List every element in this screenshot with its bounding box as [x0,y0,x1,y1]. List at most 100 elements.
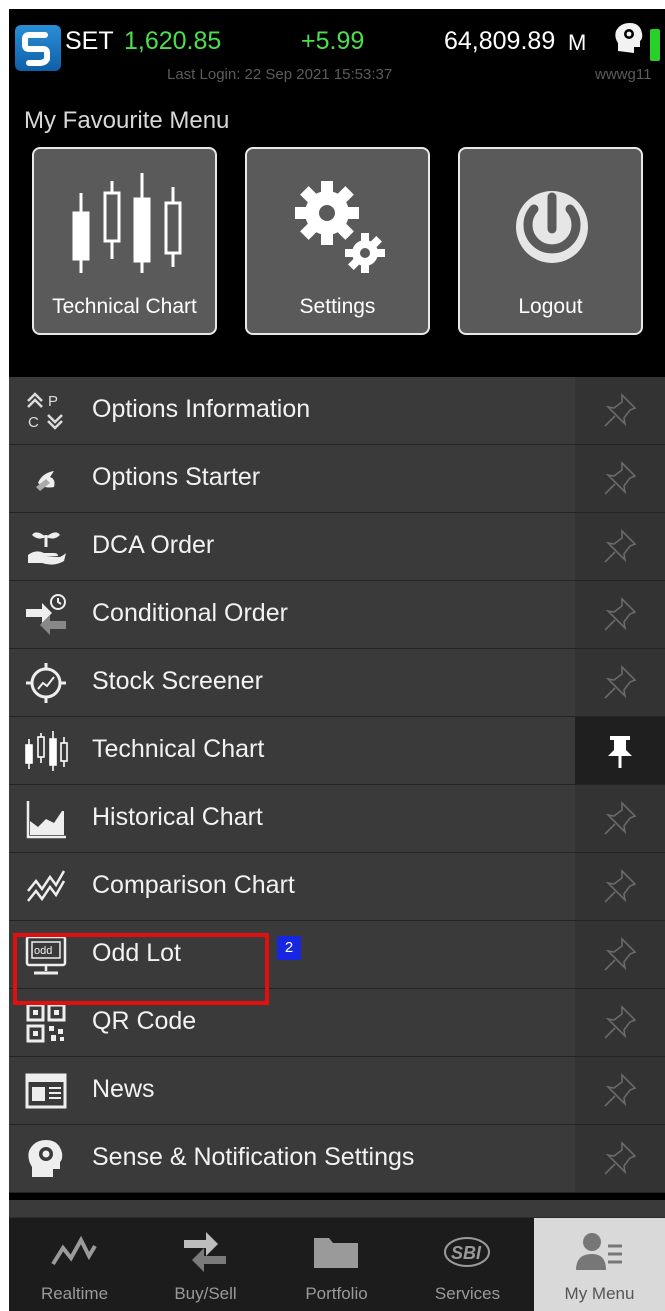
svg-text:P: P [48,393,58,410]
menu-item-label: Options Starter [92,463,261,491]
power-icon [460,163,641,283]
pin-toggle[interactable] [575,445,665,512]
pin-filled-icon [608,736,632,768]
nav-label: Portfolio [305,1284,368,1303]
menu-item-label: Stock Screener [92,667,263,695]
nav-services[interactable]: SBI Services [402,1218,533,1311]
volume-unit: M [568,30,587,55]
menu-item-options-information[interactable]: P C Options Information [9,377,665,445]
sbi-services-icon: SBI [442,1230,492,1272]
options-info-icon: P C [24,389,68,433]
favourite-logout-button[interactable]: Logout [458,147,643,335]
nav-portfolio[interactable]: Portfolio [271,1218,402,1311]
conditional-order-icon [24,593,68,637]
options-starter-icon [24,457,68,501]
menu-item-sense-notification-settings[interactable]: Sense & Notification Settings [9,1125,665,1193]
menu-item-label: Odd Lot [92,939,181,967]
pin-toggle[interactable] [575,1125,665,1192]
menu-item-news[interactable]: News [9,1057,665,1125]
index-change: +5.99 [301,27,365,55]
menu-item-label: Comparison Chart [92,871,295,899]
menu-item-options-starter[interactable]: Options Starter [9,445,665,513]
buy-sell-icon [180,1230,230,1272]
pin-toggle[interactable] [575,921,665,988]
step-badge: 2 [277,936,301,960]
nav-realtime[interactable]: Realtime [9,1218,140,1311]
index-value: 1,620.85 [124,27,222,55]
portfolio-folder-icon [311,1230,361,1272]
menu-item-label: Historical Chart [92,803,263,831]
gears-icon [247,163,428,283]
menu-item-label: News [92,1075,155,1103]
market-header: SET 1,620.85 +5.99 64,809.89 M Last Logi… [9,9,665,87]
my-menu-icon [574,1230,624,1272]
favourite-menu-title: My Favourite Menu [24,107,230,134]
pin-outline-icon [604,937,637,971]
pin-toggle[interactable] [575,513,665,580]
pin-outline-icon [604,393,637,427]
menu-item-comparison-chart[interactable]: Comparison Chart [9,853,665,921]
screener-icon [24,661,68,705]
candlestick-icon [24,729,68,773]
menu-item-label: DCA Order [92,531,215,559]
menu-item-qr-code[interactable]: QR Code [9,989,665,1057]
pin-outline-icon [604,461,637,495]
nav-label: Buy/Sell [174,1284,237,1303]
nav-label: Realtime [40,1284,109,1303]
pin-outline-icon [604,869,637,903]
svg-text:odd: odd [34,945,52,957]
realtime-icon [49,1230,99,1272]
pin-outline-icon [604,665,637,699]
menu-item-label: Technical Chart [92,735,265,763]
index-name: SET [65,27,114,55]
nav-my-menu[interactable]: My Menu [534,1218,665,1311]
pin-toggle[interactable] [575,785,665,852]
favourite-label: Logout [518,295,583,318]
pin-outline-icon [604,529,637,563]
last-login-text: Last Login: 22 Sep 2021 15:53:37 [167,66,393,83]
username-text: wwwg11 [595,66,652,83]
menu-list: P C Options Information Options Starter … [9,377,665,1193]
menu-item-historical-chart[interactable]: Historical Chart [9,785,665,853]
app-logo[interactable] [15,25,61,71]
pin-outline-icon [604,1073,637,1107]
connection-indicator [650,29,660,61]
bottom-navigation: Realtime Buy/Sell Portfolio SBI Services… [9,1217,665,1311]
svg-text:C: C [28,414,39,431]
menu-item-label: Sense & Notification Settings [92,1143,415,1171]
menu-item-label: Conditional Order [92,599,288,627]
pin-toggle[interactable] [575,581,665,648]
menu-item-odd-lot[interactable]: odd Odd Lot 2 [9,921,665,989]
pin-outline-icon [604,1141,637,1175]
pin-toggle[interactable] [575,853,665,920]
area-chart-icon [24,797,68,841]
sense-head-icon[interactable] [612,21,646,57]
favourite-technical-chart-button[interactable]: Technical Chart [32,147,217,335]
pin-toggle[interactable] [575,1057,665,1124]
favourite-settings-button[interactable]: Settings [245,147,430,335]
svg-text:SBI: SBI [451,1243,482,1263]
candlestick-icon [34,163,215,283]
nav-label: Services [434,1284,501,1303]
pin-toggle-active[interactable] [575,717,665,784]
menu-item-technical-chart[interactable]: Technical Chart [9,717,665,785]
pin-toggle[interactable] [575,649,665,716]
menu-item-dca-order[interactable]: DCA Order [9,513,665,581]
menu-item-label: QR Code [92,1007,197,1035]
nav-buy-sell[interactable]: Buy/Sell [140,1218,271,1311]
app-root: SET 1,620.85 +5.99 64,809.89 M Last Logi… [9,9,665,1311]
pin-toggle[interactable] [575,377,665,444]
news-icon [24,1069,68,1113]
menu-item-conditional-order[interactable]: Conditional Order [9,581,665,649]
market-volume: 64,809.89 [444,27,556,55]
nav-label: My Menu [564,1284,635,1303]
odd-lot-icon: odd [24,933,68,977]
pin-toggle[interactable] [575,989,665,1056]
menu-item-label: Options Information [92,395,311,423]
pin-outline-icon [604,801,637,835]
sense-head-icon [24,1137,68,1181]
qr-code-icon [24,1001,68,1045]
pin-outline-icon [604,597,637,631]
menu-item-stock-screener[interactable]: Stock Screener [9,649,665,717]
favourite-label: Technical Chart [52,295,197,318]
